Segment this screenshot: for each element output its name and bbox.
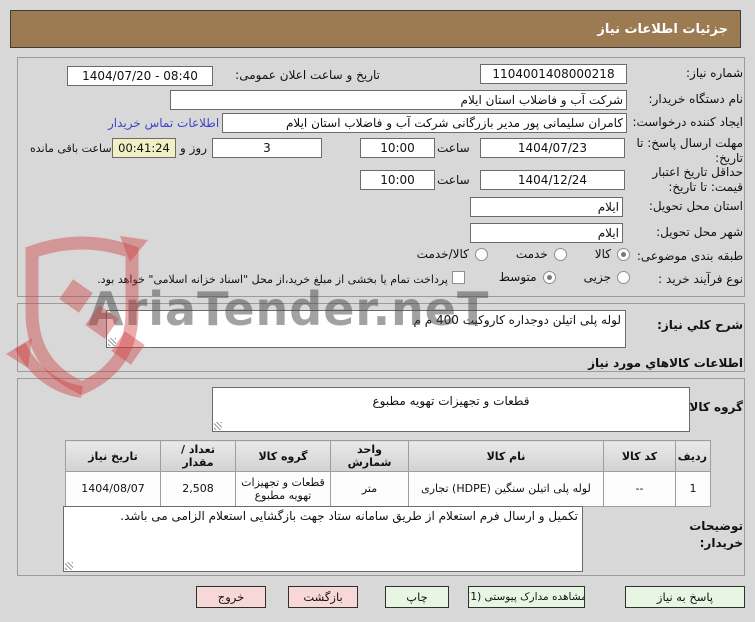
cell-quantity: 2,508 (160, 471, 236, 507)
price-validity-hour-label: ساعت (437, 173, 470, 187)
resize-handle-icon[interactable] (214, 422, 222, 430)
goods-group-label: گروه کالا: (684, 400, 743, 414)
treasury-payment-checkbox[interactable] (452, 271, 465, 284)
price-validity-label: حداقل تاریخ اعتبار قیمت: تا تاریخ: (652, 165, 743, 194)
resize-handle-icon[interactable] (65, 562, 73, 570)
radio-medium-label: متوسط (498, 270, 537, 284)
cell-item-group: قطعات و تجهیزات تهویه مطبوع (235, 471, 331, 507)
request-creator-label: ایجاد کننده درخواست: (632, 115, 743, 129)
radio-goods[interactable] (617, 247, 630, 261)
items-table: ردیف کد کالا نام کالا واحد شمارش گروه کا… (65, 440, 711, 507)
treasury-payment-note: پرداخت تمام یا بخشی از مبلغ خرید،از محل … (97, 273, 448, 286)
cell-row-number: 1 (675, 471, 711, 507)
need-number-label: شماره نیاز: (686, 66, 743, 80)
resize-handle-icon[interactable] (108, 338, 116, 346)
need-desc-value: لوله پلی اتیلن دوجداره کاروکیت 400 م م (413, 313, 622, 327)
subject-class-options: کالا خدمت کالا/خدمت (388, 247, 630, 261)
public-announce-value: 1404/07/20 - 08:40 (82, 69, 198, 83)
buyer-org-value: شرکت آب و فاضلاب استان ایلام (460, 93, 623, 107)
exit-button[interactable]: خروج (196, 586, 266, 608)
delivery-province-value: ایلام (597, 200, 619, 214)
delivery-city-label: شهر محل تحویل: (656, 225, 743, 239)
radio-service-label: خدمت (515, 247, 548, 261)
radio-service[interactable] (553, 247, 567, 261)
radio-medium[interactable] (542, 270, 556, 284)
response-deadline-time: 10:00 (380, 141, 415, 155)
price-validity-date: 1404/12/24 (517, 173, 588, 187)
countdown-label: ساعت باقی مانده (30, 142, 112, 155)
buyer-notes-textarea[interactable]: تکمیل و ارسال فرم استعلام از طریق سامانه… (63, 506, 583, 572)
days-word-label: روز و (180, 141, 207, 155)
delivery-province-field[interactable]: ایلام (470, 197, 623, 217)
days-left-field[interactable]: 3 (212, 138, 322, 158)
response-deadline-date: 1404/07/23 (517, 141, 588, 155)
delivery-city-field[interactable]: ایلام (470, 223, 623, 243)
goods-info-heading: اطلاعات کالاهاي مورد نیاز (588, 356, 743, 370)
need-desc-textarea[interactable]: لوله پلی اتیلن دوجداره کاروکیت 400 م م (106, 310, 626, 348)
radio-minor[interactable] (617, 270, 630, 284)
radio-goods-service-label: کالا/خدمت (416, 247, 469, 261)
need-details-page: جزئیات اطلاعات نیاز شماره نیاز: 11040014… (0, 0, 755, 622)
radio-goods-label: کالا (594, 247, 611, 261)
public-announce-label: تاریخ و ساعت اعلان عمومی: (235, 68, 380, 82)
respond-to-need-button[interactable]: پاسخ به نیاز (625, 586, 745, 608)
need-desc-label: شرح کلي نیاز: (657, 318, 743, 332)
print-button[interactable]: چاپ (385, 586, 449, 608)
cell-need-date: 1404/08/07 (65, 471, 161, 507)
buyer-contact-link[interactable]: اطلاعات تماس خریدار (108, 116, 219, 130)
col-quantity: تعداد / مقدار (160, 440, 236, 472)
buyer-notes-value: تکمیل و ارسال فرم استعلام از طریق سامانه… (120, 509, 578, 523)
radio-minor-label: جزیی (583, 270, 611, 284)
response-deadline-hour-label: ساعت (437, 141, 470, 155)
items-table-wrap: ردیف کد کالا نام کالا واحد شمارش گروه کا… (65, 440, 711, 507)
col-item-code: کد کالا (603, 440, 676, 472)
cell-item-name: لوله پلی اتیلن سنگین (HDPE) تجاری (408, 471, 604, 507)
radio-goods-service[interactable] (474, 247, 488, 261)
price-validity-time: 10:00 (380, 173, 415, 187)
price-validity-date-field[interactable]: 1404/12/24 (480, 170, 625, 190)
days-left-value: 3 (263, 141, 271, 155)
purchase-process-options: جزیی متوسط (480, 270, 630, 284)
request-creator-value: کامران سلیمانی پور مدیر بازرگانی شرکت آب… (286, 116, 623, 130)
goods-group-textarea[interactable]: قطعات و تجهیزات تهویه مطبوع (212, 387, 690, 432)
public-announce-field[interactable]: 1404/07/20 - 08:40 (67, 66, 213, 86)
countdown-field: 00:41:24 (112, 138, 176, 158)
price-validity-time-field[interactable]: 10:00 (360, 170, 435, 190)
response-deadline-time-field[interactable]: 10:00 (360, 138, 435, 158)
need-number-field[interactable]: 1104001408000218 (480, 64, 627, 84)
purchase-process-label: نوع فرآیند خرید : (658, 272, 743, 286)
response-deadline-date-field[interactable]: 1404/07/23 (480, 138, 625, 158)
need-number-value: 1104001408000218 (492, 67, 615, 81)
cell-item-code: -- (603, 471, 676, 507)
items-table-header-row: ردیف کد کالا نام کالا واحد شمارش گروه کا… (65, 440, 711, 472)
goods-group-value: قطعات و تجهیزات تهویه مطبوع (372, 394, 530, 408)
col-row-number: ردیف (675, 440, 711, 472)
countdown-value: 00:41:24 (118, 141, 170, 155)
delivery-province-label: استان محل تحویل: (648, 199, 743, 213)
col-item-name: نام کالا (408, 440, 604, 472)
view-attached-docs-button[interactable]: مشاهده مدارک پیوستی (1) (468, 586, 585, 608)
back-button[interactable]: بازگشت (288, 586, 358, 608)
request-creator-field[interactable]: کامران سلیمانی پور مدیر بازرگانی شرکت آب… (222, 113, 627, 133)
delivery-city-value: ایلام (597, 226, 619, 240)
page-title-bar: جزئیات اطلاعات نیاز (10, 10, 741, 48)
col-need-date: تاریخ نیاز (65, 440, 161, 472)
buyer-org-field[interactable]: شرکت آب و فاضلاب استان ایلام (170, 90, 627, 110)
buyer-org-label: نام دستگاه خریدار: (648, 92, 744, 106)
col-item-group: گروه کالا (235, 440, 331, 472)
cell-count-unit: متر (330, 471, 409, 507)
page-title: جزئیات اطلاعات نیاز (597, 21, 728, 37)
table-row: 1 -- لوله پلی اتیلن سنگین (HDPE) تجاری م… (65, 471, 711, 507)
buyer-notes-label: توضیحات خریدار: (689, 519, 743, 550)
response-deadline-label: مهلت ارسال پاسخ: تا تاریخ: (636, 136, 743, 165)
col-count-unit: واحد شمارش (330, 440, 409, 472)
subject-class-label: طبقه بندی موضوعی: (636, 249, 743, 263)
